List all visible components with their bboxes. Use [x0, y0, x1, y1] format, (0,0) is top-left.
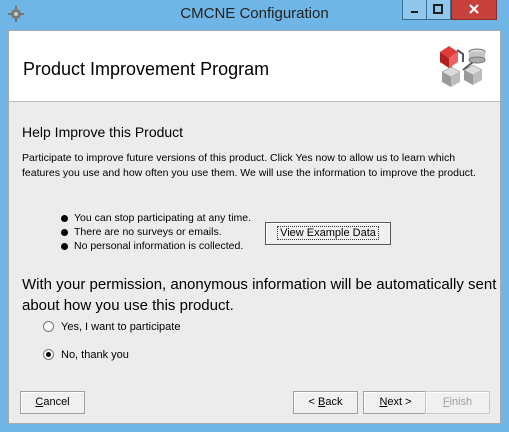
maximize-icon: [433, 4, 443, 14]
view-example-data-button[interactable]: View Example Data: [265, 222, 391, 245]
finish-button[interactable]: Finish: [425, 391, 490, 414]
bullet-item: You can stop participating at any time.: [61, 211, 251, 225]
maximize-button[interactable]: [427, 0, 451, 20]
back-button[interactable]: < Back: [293, 391, 358, 414]
minimize-button[interactable]: [402, 0, 427, 20]
radio-no-label[interactable]: No, thank you: [61, 348, 129, 362]
view-example-data-label: View Example Data: [277, 226, 379, 240]
dialog-body: Product Improvement Program Help Improve: [8, 30, 501, 424]
finish-label-accesskey: F: [442, 396, 450, 408]
permission-text: With your permission, anonymous informat…: [22, 276, 497, 314]
radio-no[interactable]: [43, 349, 54, 360]
page-title: Product Improvement Program: [23, 59, 270, 79]
bullet-item: No personal information is collected.: [61, 239, 251, 253]
bullet-item: There are no surveys or emails.: [61, 225, 251, 239]
cancel-label-rest: ancel: [43, 396, 70, 408]
title-bar[interactable]: CMCNE Configuration: [0, 0, 509, 28]
radio-yes[interactable]: [43, 321, 54, 332]
intro-text: Participate to improve future versions o…: [22, 152, 476, 179]
next-label-rest: ext >: [387, 396, 412, 408]
next-button[interactable]: Next >: [363, 391, 428, 414]
cancel-button[interactable]: Cancel: [20, 391, 85, 414]
finish-label-rest: inish: [449, 396, 473, 408]
section-heading: Help Improve this Product: [22, 124, 184, 140]
bullet-list: You can stop participating at any time. …: [61, 211, 251, 253]
close-button[interactable]: [451, 0, 497, 20]
minimize-icon: [411, 11, 418, 13]
header-banner: Product Improvement Program: [9, 31, 500, 102]
back-label-prefix: <: [308, 396, 318, 408]
close-icon: [469, 4, 479, 14]
back-label-rest: ack: [325, 396, 343, 408]
product-logo-icon: [440, 46, 486, 87]
config-window: CMCNE Configuration Product Improvement …: [0, 0, 509, 432]
radio-yes-label[interactable]: Yes, I want to participate: [61, 320, 180, 334]
